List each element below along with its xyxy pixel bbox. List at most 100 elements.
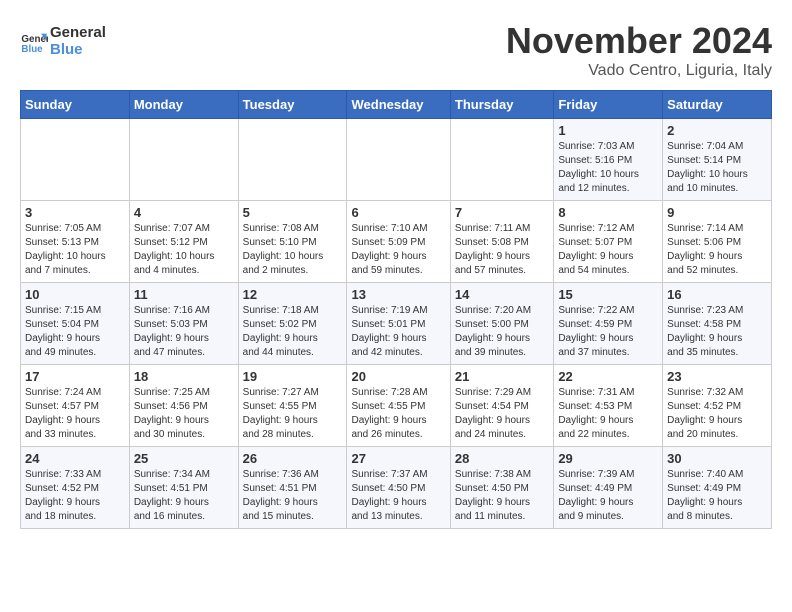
- day-number: 3: [25, 205, 125, 220]
- day-number: 17: [25, 369, 125, 384]
- day-info: Sunrise: 7:34 AM Sunset: 4:51 PM Dayligh…: [134, 468, 234, 524]
- day-number: 8: [558, 205, 658, 220]
- calendar-cell: 27Sunrise: 7:37 AM Sunset: 4:50 PM Dayli…: [347, 447, 450, 529]
- day-info: Sunrise: 7:32 AM Sunset: 4:52 PM Dayligh…: [667, 386, 767, 442]
- day-number: 27: [351, 451, 445, 466]
- day-info: Sunrise: 7:07 AM Sunset: 5:12 PM Dayligh…: [134, 222, 234, 278]
- day-number: 25: [134, 451, 234, 466]
- day-number: 4: [134, 205, 234, 220]
- day-info: Sunrise: 7:29 AM Sunset: 4:54 PM Dayligh…: [455, 386, 549, 442]
- calendar-cell: 11 Sunrise: 7:16 AM Sunset: 5:03 PM Dayli…: [129, 283, 238, 365]
- logo-line1: General: [50, 25, 106, 42]
- calendar-cell: [238, 119, 347, 201]
- day-info: Sunrise: 7:38 AM Sunset: 4:50 PM Dayligh…: [455, 468, 549, 524]
- weekday-header: Tuesday: [238, 91, 347, 119]
- day-info: Sunrise: 7:11 AM Sunset: 5:08 PM Dayligh…: [455, 222, 549, 278]
- day-number: 13: [351, 287, 445, 302]
- calendar-week-row: 24 Sunrise: 7:33 AM Sunset: 4:52 PM Dayli…: [21, 447, 772, 529]
- day-number: 11: [134, 287, 234, 302]
- day-info: Sunrise: 7:23 AM Sunset: 4:58 PM Dayligh…: [667, 304, 767, 360]
- calendar-cell: 9Sunrise: 7:14 AM Sunset: 5:06 PM Daylig…: [663, 201, 772, 283]
- calendar-cell: 17 Sunrise: 7:24 AM Sunset: 4:57 PM Dayli…: [21, 365, 130, 447]
- calendar-cell: 13Sunrise: 7:19 AM Sunset: 5:01 PM Dayli…: [347, 283, 450, 365]
- calendar-cell: 18 Sunrise: 7:25 AM Sunset: 4:56 PM Dayli…: [129, 365, 238, 447]
- calendar-cell: 7 Sunrise: 7:11 AM Sunset: 5:08 PM Daylig…: [450, 201, 553, 283]
- day-number: 6: [351, 205, 445, 220]
- day-number: 5: [243, 205, 343, 220]
- day-info: Sunrise: 7:22 AM Sunset: 4:59 PM Dayligh…: [558, 304, 658, 360]
- day-info: Sunrise: 7:20 AM Sunset: 5:00 PM Dayligh…: [455, 304, 549, 360]
- calendar-cell: 19 Sunrise: 7:27 AM Sunset: 4:55 PM Dayli…: [238, 365, 347, 447]
- day-info: Sunrise: 7:27 AM Sunset: 4:55 PM Dayligh…: [243, 386, 343, 442]
- calendar-cell: 29Sunrise: 7:39 AM Sunset: 4:49 PM Dayli…: [554, 447, 663, 529]
- day-number: 18: [134, 369, 234, 384]
- day-number: 30: [667, 451, 767, 466]
- calendar-cell: 8 Sunrise: 7:12 AM Sunset: 5:07 PM Daylig…: [554, 201, 663, 283]
- day-number: 20: [351, 369, 445, 384]
- day-info: Sunrise: 7:36 AM Sunset: 4:51 PM Dayligh…: [243, 468, 343, 524]
- day-info: Sunrise: 7:24 AM Sunset: 4:57 PM Dayligh…: [25, 386, 125, 442]
- calendar-header-row: SundayMondayTuesdayWednesdayThursdayFrid…: [21, 91, 772, 119]
- day-info: Sunrise: 7:14 AM Sunset: 5:06 PM Dayligh…: [667, 222, 767, 278]
- calendar-week-row: 3 Sunrise: 7:05 AM Sunset: 5:13 PM Daylig…: [21, 201, 772, 283]
- calendar-cell: [450, 119, 553, 201]
- day-number: 26: [243, 451, 343, 466]
- day-number: 19: [243, 369, 343, 384]
- day-info: Sunrise: 7:33 AM Sunset: 4:52 PM Dayligh…: [25, 468, 125, 524]
- day-info: Sunrise: 7:40 AM Sunset: 4:49 PM Dayligh…: [667, 468, 767, 524]
- weekday-header: Friday: [554, 91, 663, 119]
- day-info: Sunrise: 7:39 AM Sunset: 4:49 PM Dayligh…: [558, 468, 658, 524]
- day-info: Sunrise: 7:31 AM Sunset: 4:53 PM Dayligh…: [558, 386, 658, 442]
- day-info: Sunrise: 7:05 AM Sunset: 5:13 PM Dayligh…: [25, 222, 125, 278]
- day-number: 12: [243, 287, 343, 302]
- day-number: 24: [25, 451, 125, 466]
- calendar-cell: [347, 119, 450, 201]
- calendar-cell: 25 Sunrise: 7:34 AM Sunset: 4:51 PM Dayli…: [129, 447, 238, 529]
- calendar-cell: 15 Sunrise: 7:22 AM Sunset: 4:59 PM Dayli…: [554, 283, 663, 365]
- day-info: Sunrise: 7:10 AM Sunset: 5:09 PM Dayligh…: [351, 222, 445, 278]
- day-info: Sunrise: 7:12 AM Sunset: 5:07 PM Dayligh…: [558, 222, 658, 278]
- day-number: 28: [455, 451, 549, 466]
- day-info: Sunrise: 7:16 AM Sunset: 5:03 PM Dayligh…: [134, 304, 234, 360]
- month-title: November 2024: [506, 20, 772, 62]
- day-info: Sunrise: 7:18 AM Sunset: 5:02 PM Dayligh…: [243, 304, 343, 360]
- calendar-cell: 5 Sunrise: 7:08 AM Sunset: 5:10 PM Daylig…: [238, 201, 347, 283]
- calendar-cell: [129, 119, 238, 201]
- day-info: Sunrise: 7:04 AM Sunset: 5:14 PM Dayligh…: [667, 140, 767, 196]
- calendar-cell: 28 Sunrise: 7:38 AM Sunset: 4:50 PM Dayli…: [450, 447, 553, 529]
- day-number: 21: [455, 369, 549, 384]
- day-info: Sunrise: 7:15 AM Sunset: 5:04 PM Dayligh…: [25, 304, 125, 360]
- calendar-cell: 4 Sunrise: 7:07 AM Sunset: 5:12 PM Daylig…: [129, 201, 238, 283]
- weekday-header: Thursday: [450, 91, 553, 119]
- day-number: 10: [25, 287, 125, 302]
- calendar-cell: [21, 119, 130, 201]
- calendar-cell: 20 Sunrise: 7:28 AM Sunset: 4:55 PM Dayli…: [347, 365, 450, 447]
- weekday-header: Sunday: [21, 91, 130, 119]
- calendar-cell: 30 Sunrise: 7:40 AM Sunset: 4:49 PM Dayli…: [663, 447, 772, 529]
- day-number: 7: [455, 205, 549, 220]
- calendar-cell: 22 Sunrise: 7:31 AM Sunset: 4:53 PM Dayli…: [554, 365, 663, 447]
- page-header: General Blue General Blue November 2024 …: [20, 20, 772, 80]
- weekday-header: Monday: [129, 91, 238, 119]
- day-number: 14: [455, 287, 549, 302]
- svg-text:Blue: Blue: [21, 43, 43, 54]
- calendar-cell: 24 Sunrise: 7:33 AM Sunset: 4:52 PM Dayli…: [21, 447, 130, 529]
- logo-line2: Blue: [50, 42, 106, 59]
- logo-icon: General Blue: [20, 28, 48, 56]
- day-info: Sunrise: 7:03 AM Sunset: 5:16 PM Dayligh…: [558, 140, 658, 196]
- day-number: 23: [667, 369, 767, 384]
- day-number: 1: [558, 123, 658, 138]
- calendar-cell: 14 Sunrise: 7:20 AM Sunset: 5:00 PM Dayli…: [450, 283, 553, 365]
- day-info: Sunrise: 7:28 AM Sunset: 4:55 PM Dayligh…: [351, 386, 445, 442]
- day-info: Sunrise: 7:25 AM Sunset: 4:56 PM Dayligh…: [134, 386, 234, 442]
- day-number: 15: [558, 287, 658, 302]
- day-number: 22: [558, 369, 658, 384]
- logo: General Blue General Blue: [20, 25, 106, 58]
- calendar-cell: 6 Sunrise: 7:10 AM Sunset: 5:09 PM Daylig…: [347, 201, 450, 283]
- day-number: 16: [667, 287, 767, 302]
- location-title: Vado Centro, Liguria, Italy: [506, 62, 772, 80]
- calendar-table: SundayMondayTuesdayWednesdayThursdayFrid…: [20, 90, 772, 529]
- calendar-cell: 2Sunrise: 7:04 AM Sunset: 5:14 PM Daylig…: [663, 119, 772, 201]
- day-info: Sunrise: 7:08 AM Sunset: 5:10 PM Dayligh…: [243, 222, 343, 278]
- calendar-cell: 26 Sunrise: 7:36 AM Sunset: 4:51 PM Dayli…: [238, 447, 347, 529]
